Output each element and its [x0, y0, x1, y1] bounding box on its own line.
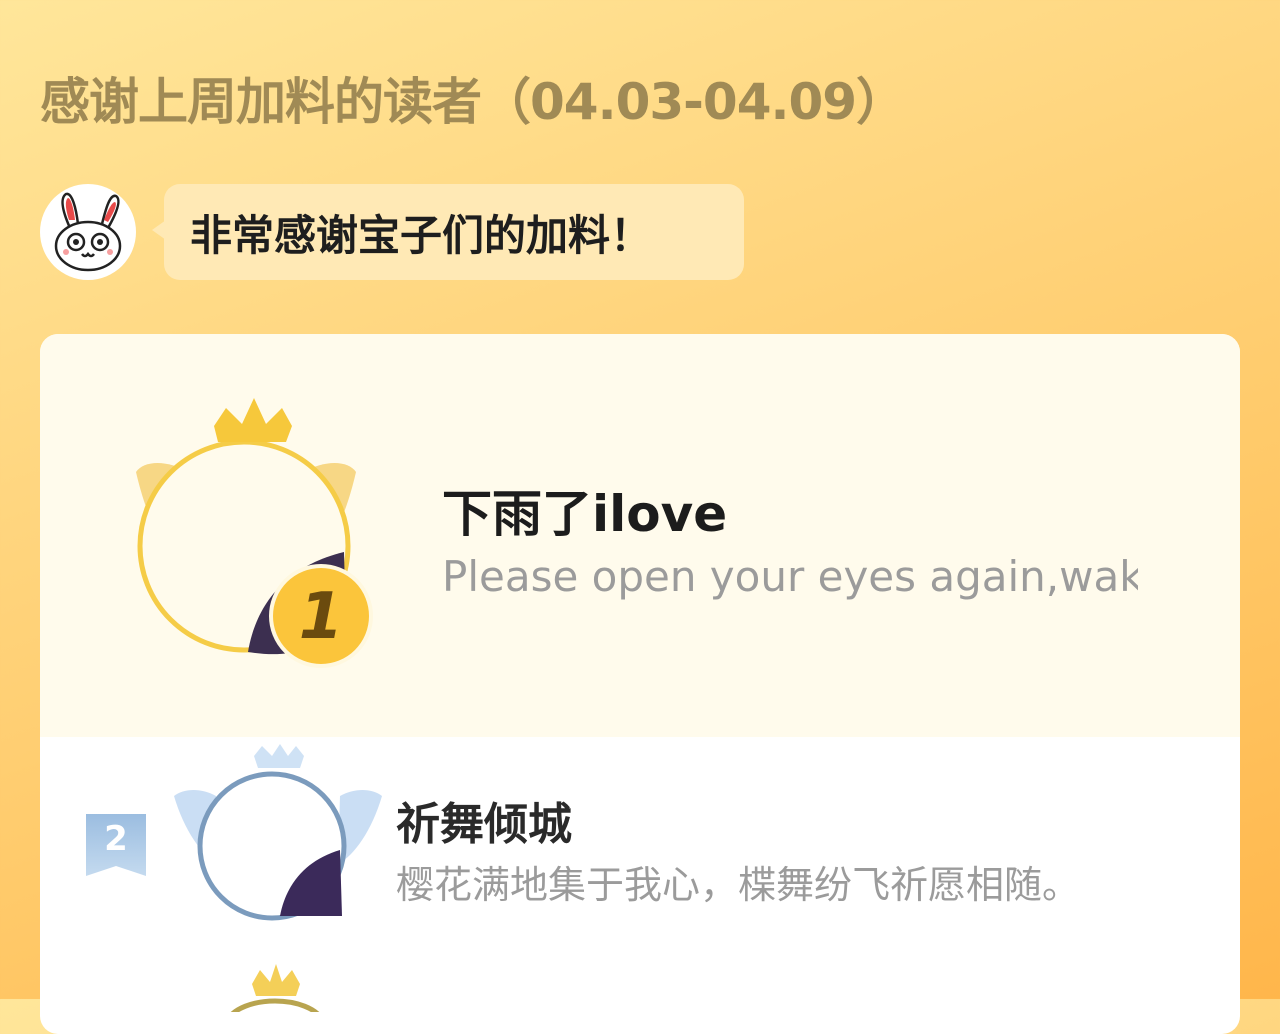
rank-2-avatar[interactable]	[168, 744, 388, 924]
rank-3-avatar[interactable]	[210, 962, 340, 1024]
ranking-card: 1 下雨了ilove Please open your eyes again,w…	[40, 334, 1240, 1034]
greeting-bubble: 非常感谢宝子们的加料！	[164, 184, 744, 280]
rank-2-number: 2	[104, 819, 128, 859]
rank-2-badge: 2	[84, 812, 148, 880]
greeting-message: 非常感谢宝子们的加料！	[190, 210, 653, 260]
rank-1-name: 下雨了ilove	[442, 485, 728, 543]
rabbit-icon	[40, 184, 136, 280]
page-title: 感谢上周加料的读者（04.03-04.09）	[40, 73, 906, 131]
rank-2-name: 祈舞倾城	[396, 799, 572, 850]
rank-1-description: Please open your eyes again,wake up	[442, 552, 1138, 601]
svg-text:1: 1	[299, 580, 344, 654]
rank-1-avatar[interactable]: 1	[96, 394, 396, 674]
rank-2-description: 樱花满地集于我心，楪舞纷飞祈愿相随。	[396, 863, 1081, 907]
